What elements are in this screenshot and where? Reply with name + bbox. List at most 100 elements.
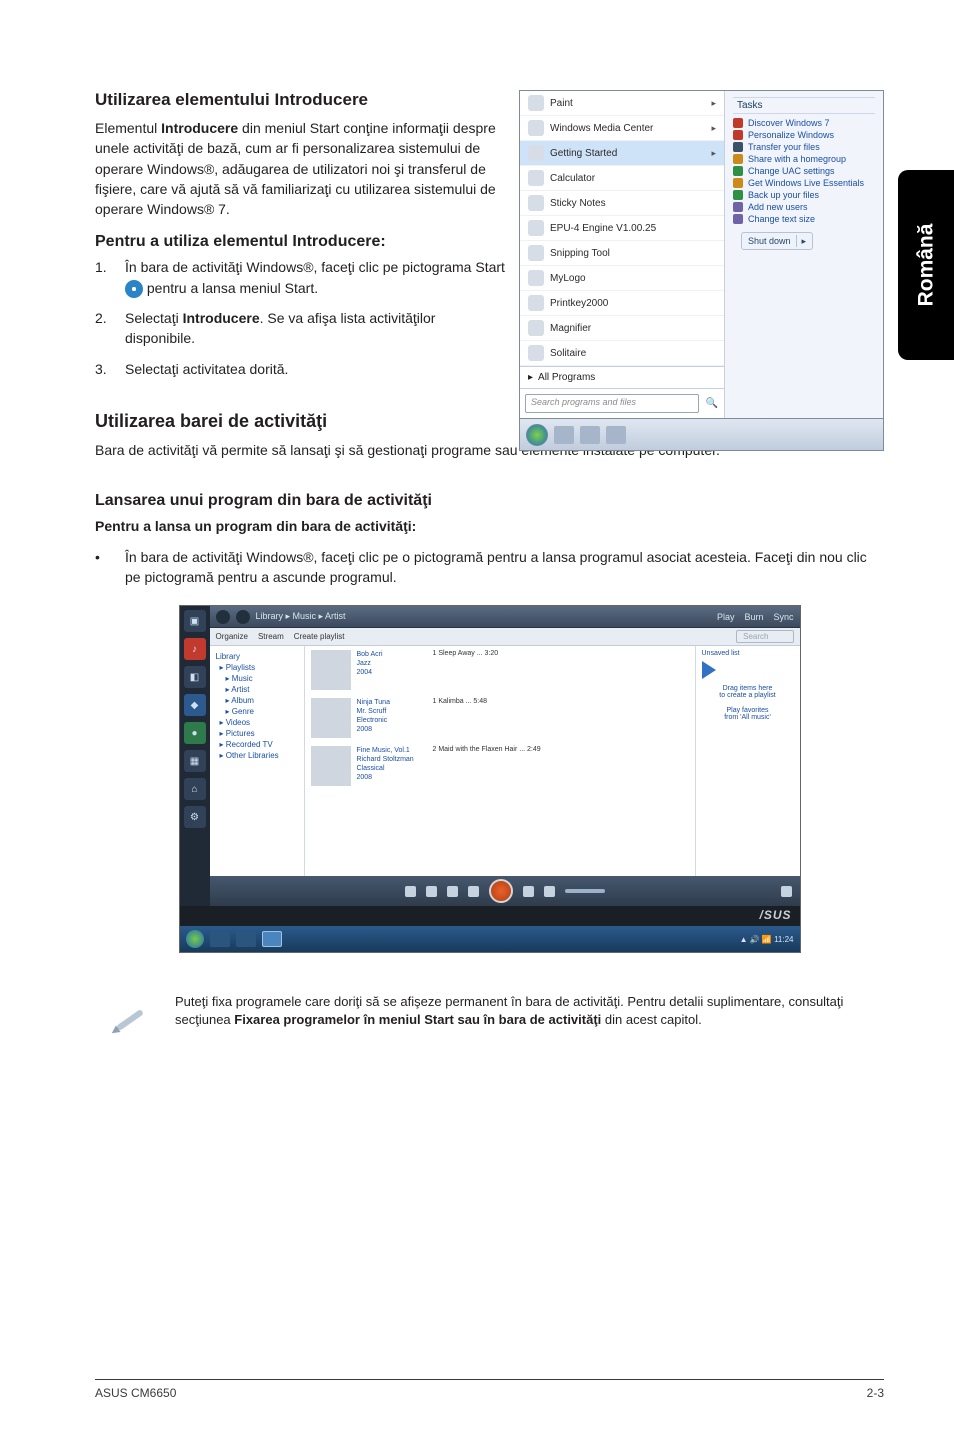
wmp-menu-stream[interactable]: Stream bbox=[258, 632, 284, 641]
taskbar-icon[interactable] bbox=[236, 931, 256, 947]
wmp-nav-item[interactable]: ▸ Playlists bbox=[216, 663, 298, 672]
start-orb-icon[interactable] bbox=[186, 930, 204, 948]
wmp-search-input[interactable]: Search bbox=[736, 630, 793, 643]
wmp-nav-item[interactable]: ▸ Album bbox=[216, 696, 298, 705]
start-menu-item[interactable]: Printkey2000 bbox=[520, 291, 724, 316]
wmp-album-row[interactable]: Fine Music, Vol.1 Richard Stoltzman Clas… bbox=[311, 746, 689, 786]
start-menu-item[interactable]: Getting Started▸ bbox=[520, 141, 724, 166]
play-icon[interactable] bbox=[702, 661, 716, 679]
app-icon bbox=[528, 170, 544, 186]
task-link[interactable]: Personalize Windows bbox=[733, 130, 875, 140]
start-menu-item[interactable]: Windows Media Center▸ bbox=[520, 116, 724, 141]
wmp-toolbar: Organize Stream Create playlist Search bbox=[210, 628, 800, 646]
album-tracks: 1 Sleep Away ... 3:20 bbox=[433, 650, 689, 657]
wmp-nav-item[interactable]: ▸ Other Libraries bbox=[216, 751, 298, 760]
sidebar-tile[interactable]: ⌂ bbox=[184, 778, 206, 800]
app-icon bbox=[528, 295, 544, 311]
taskbar-icon[interactable] bbox=[554, 426, 574, 444]
task-bullet-icon bbox=[733, 178, 743, 188]
album-art bbox=[311, 698, 351, 738]
wmp-nav-item[interactable]: ▸ Music bbox=[216, 674, 298, 683]
shutdown-row: Shut down ▸ bbox=[733, 226, 875, 256]
sidebar-tile[interactable]: ▦ bbox=[184, 750, 206, 772]
app-icon bbox=[528, 245, 544, 261]
mute-icon[interactable] bbox=[544, 886, 555, 897]
fullscreen-icon[interactable] bbox=[781, 886, 792, 897]
nav-back-icon[interactable] bbox=[216, 610, 230, 624]
wmp-breadcrumb[interactable]: Library ▸ Music ▸ Artist bbox=[256, 611, 346, 622]
wmp-right-pane: Unsaved list Drag items here to create a… bbox=[695, 646, 800, 876]
wmp-nav-item[interactable]: Library bbox=[216, 652, 298, 661]
start-menu-item[interactable]: EPU-4 Engine V1.00.25 bbox=[520, 216, 724, 241]
volume-slider[interactable] bbox=[565, 889, 605, 893]
task-link[interactable]: Discover Windows 7 bbox=[733, 118, 875, 128]
start-menu-item[interactable]: Magnifier bbox=[520, 316, 724, 341]
repeat-icon[interactable] bbox=[426, 886, 437, 897]
wmp-tab-play[interactable]: Play bbox=[717, 612, 735, 622]
album-meta: Ninja Tuna Mr. Scruff Electronic 2008 bbox=[357, 698, 427, 734]
step-3-text: Selectaţi activitatea dorită. bbox=[125, 359, 505, 379]
desktop-sidebar: ▣ ♪ ◧ ◆ ● ▦ ⌂ ⚙ bbox=[180, 606, 210, 906]
wmp-nav-item[interactable]: ▸ Artist bbox=[216, 685, 298, 694]
album-art bbox=[311, 746, 351, 786]
task-link[interactable]: Change text size bbox=[733, 214, 875, 224]
page-content: Utilizarea elementului Introducere Eleme… bbox=[0, 0, 954, 1041]
wmp-album-row[interactable]: Ninja Tuna Mr. Scruff Electronic 20081 K… bbox=[311, 698, 689, 738]
sidebar-tile[interactable]: ◧ bbox=[184, 666, 206, 688]
shuffle-icon[interactable] bbox=[405, 886, 416, 897]
wmp-menu-create[interactable]: Create playlist bbox=[294, 632, 345, 641]
taskbar-icon[interactable] bbox=[210, 931, 230, 947]
search-icon[interactable]: 🔍 bbox=[705, 398, 719, 409]
wmp-tab-burn[interactable]: Burn bbox=[744, 612, 763, 622]
wmp-hint2: Play favorites from 'All music' bbox=[702, 707, 794, 721]
wmp-figure: ▣ ♪ ◧ ◆ ● ▦ ⌂ ⚙ Library ▸ Music ▸ Artist… bbox=[179, 605, 801, 953]
search-input[interactable]: Search programs and files bbox=[525, 394, 699, 413]
sidebar-tile[interactable]: ⚙ bbox=[184, 806, 206, 828]
wmp-menu-organize[interactable]: Organize bbox=[216, 632, 248, 641]
taskbar-icon[interactable] bbox=[580, 426, 600, 444]
all-programs[interactable]: ▸ All Programs bbox=[520, 366, 724, 388]
task-link[interactable]: Share with a homegroup bbox=[733, 154, 875, 164]
start-orb-icon[interactable] bbox=[526, 424, 548, 446]
step-3-num: 3. bbox=[95, 359, 125, 379]
task-link[interactable]: Add new users bbox=[733, 202, 875, 212]
nav-fwd-icon[interactable] bbox=[236, 610, 250, 624]
sidebar-tile[interactable]: ◆ bbox=[184, 694, 206, 716]
shutdown-button[interactable]: Shut down ▸ bbox=[741, 232, 813, 250]
arrow-right-icon: ▸ bbox=[528, 372, 533, 383]
next-icon[interactable] bbox=[523, 886, 534, 897]
wmp-nav-item[interactable]: ▸ Genre bbox=[216, 707, 298, 716]
sidebar-tile[interactable]: ▣ bbox=[184, 610, 206, 632]
task-bullet-icon bbox=[733, 130, 743, 140]
taskbar-icon-active[interactable] bbox=[262, 931, 282, 947]
task-link[interactable]: Transfer your files bbox=[733, 142, 875, 152]
prev-icon[interactable] bbox=[468, 886, 479, 897]
task-bullet-icon bbox=[733, 118, 743, 128]
start-menu-item[interactable]: Paint▸ bbox=[520, 91, 724, 116]
sidebar-tile[interactable]: ● bbox=[184, 722, 206, 744]
start-menu-item[interactable]: Snipping Tool bbox=[520, 241, 724, 266]
wmp-nav-item[interactable]: ▸ Recorded TV bbox=[216, 740, 298, 749]
wmp-tab-sync[interactable]: Sync bbox=[773, 612, 793, 622]
step-3: 3. Selectaţi activitatea dorită. bbox=[95, 359, 505, 379]
system-tray[interactable]: ▲ 🔊 📶 11:24 bbox=[740, 935, 794, 944]
task-link[interactable]: Change UAC settings bbox=[733, 166, 875, 176]
start-menu-item[interactable]: MyLogo bbox=[520, 266, 724, 291]
play-button[interactable] bbox=[489, 879, 513, 903]
wmp-nav-item[interactable]: ▸ Videos bbox=[216, 718, 298, 727]
start-menu-item[interactable]: Calculator bbox=[520, 166, 724, 191]
section-intro: Utilizarea elementului Introducere Eleme… bbox=[95, 90, 505, 379]
task-link[interactable]: Back up your files bbox=[733, 190, 875, 200]
sidebar-tile[interactable]: ♪ bbox=[184, 638, 206, 660]
start-menu-item[interactable]: Solitaire bbox=[520, 341, 724, 366]
wmp-nav-item[interactable]: ▸ Pictures bbox=[216, 729, 298, 738]
start-menu-item[interactable]: Sticky Notes bbox=[520, 191, 724, 216]
task-link[interactable]: Get Windows Live Essentials bbox=[733, 178, 875, 188]
app-icon bbox=[528, 95, 544, 111]
step-1-num: 1. bbox=[95, 257, 125, 298]
wmp-album-row[interactable]: Bob Acri Jazz 20041 Sleep Away ... 3:20 bbox=[311, 650, 689, 690]
task-bullet-icon bbox=[733, 190, 743, 200]
stop-icon[interactable] bbox=[447, 886, 458, 897]
album-meta: Fine Music, Vol.1 Richard Stoltzman Clas… bbox=[357, 746, 427, 782]
taskbar-icon[interactable] bbox=[606, 426, 626, 444]
